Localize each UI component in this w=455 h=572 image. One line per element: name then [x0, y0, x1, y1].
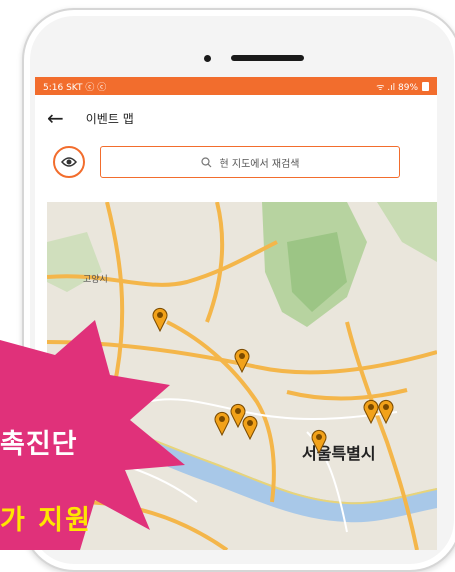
speaker-bar: [231, 55, 304, 61]
page-title: 이벤트 맵: [85, 111, 134, 126]
status-right-group: ᯤ .ıl 89%: [376, 80, 429, 93]
status-left: 5:16 SKT ⓒ ⓒ: [43, 82, 107, 93]
status-right: ᯤ .ıl 89%: [376, 82, 418, 93]
event-pin-icon[interactable]: [233, 347, 251, 373]
status-bar: 5:16 SKT ⓒ ⓒ ᯤ .ıl 89%: [35, 77, 437, 95]
map-search-input[interactable]: 현 지도에서 재검색: [100, 146, 400, 178]
battery-icon: [422, 81, 429, 91]
event-pin-icon[interactable]: [310, 428, 328, 454]
search-row: 현 지도에서 재검색: [35, 141, 437, 183]
district-label: 고양시: [83, 275, 108, 285]
event-pin-icon[interactable]: [377, 398, 395, 424]
visibility-toggle-button[interactable]: [53, 146, 85, 178]
camera-dot: [204, 55, 211, 62]
promo-text-line1: 촉진단: [0, 429, 78, 460]
eye-icon: [61, 157, 77, 167]
back-arrow-icon[interactable]: ←: [47, 108, 64, 128]
event-pin-icon[interactable]: [241, 414, 259, 440]
search-icon: [200, 156, 211, 167]
search-placeholder: 현 지도에서 재검색: [219, 158, 300, 170]
promo-text-line2: 가 지원: [0, 505, 92, 536]
app-header: ← 이벤트 맵: [35, 95, 437, 141]
